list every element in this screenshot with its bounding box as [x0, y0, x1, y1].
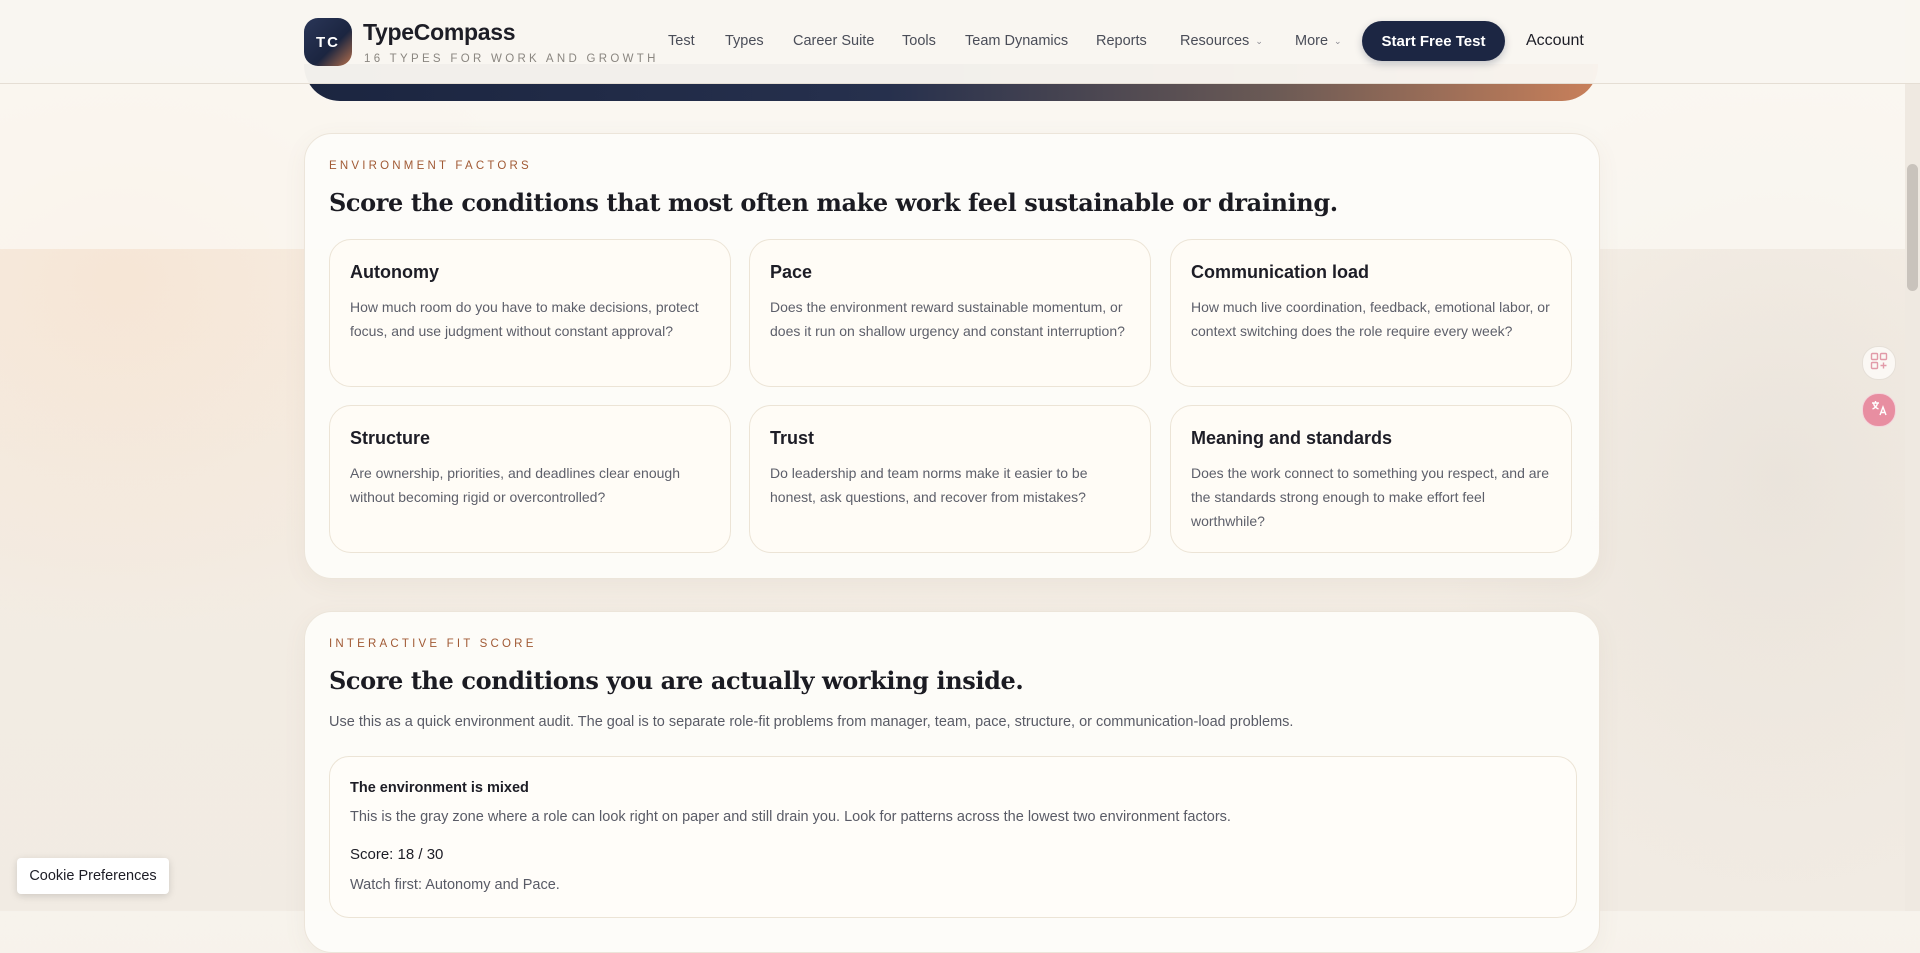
factor-card-desc: How much room do you have to make decisi… — [350, 299, 699, 339]
nav-types-label: Types — [725, 33, 764, 49]
nav-career-suite[interactable]: Career Suite — [793, 33, 874, 49]
nav-team-dynamics-label: Team Dynamics — [965, 33, 1069, 49]
factor-card-structure: Structure Are ownership, priorities, and… — [329, 405, 731, 553]
factor-card-meaning-and-standards: Meaning and standards Does the work conn… — [1170, 405, 1572, 553]
nav-more[interactable]: More ⌄ — [1295, 33, 1342, 49]
factor-card-desc: How much live coordination, feedback, em… — [1191, 299, 1550, 339]
nav-reports-label: Reports — [1096, 33, 1147, 49]
nav-types[interactable]: Types — [725, 33, 764, 49]
result-heading: The environment is mixed — [350, 780, 529, 796]
nav-resources[interactable]: Resources ⌄ — [1180, 33, 1263, 49]
apps-grid-button[interactable] — [1862, 346, 1896, 380]
factor-card-title: Communication load — [1191, 262, 1370, 282]
factor-card-desc: Do leadership and team norms make it eas… — [770, 465, 1088, 505]
scrollbar-track[interactable] — [1905, 0, 1920, 911]
environment-eyebrow: ENVIRONMENT FACTORS — [329, 160, 532, 172]
apps-grid-icon — [1870, 352, 1888, 375]
nav-team-dynamics[interactable]: Team Dynamics — [965, 33, 1068, 49]
factor-card-communication-load: Communication load How much live coordin… — [1170, 239, 1572, 387]
brand-name[interactable]: TypeCompass — [363, 19, 516, 46]
site-header: TC TypeCompass 16 TYPES FOR WORK AND GRO… — [0, 0, 1920, 84]
factor-card-pace: Pace Does the environment reward sustain… — [749, 239, 1151, 387]
factor-card-title: Autonomy — [350, 262, 439, 282]
nav-more-label: More — [1295, 33, 1329, 49]
start-free-test-button[interactable]: Start Free Test — [1362, 21, 1505, 61]
factor-card-title: Pace — [770, 262, 813, 282]
fit-score-result: The environment is mixed This is the gra… — [329, 756, 1577, 918]
nav-tools[interactable]: Tools — [902, 33, 936, 49]
factor-card-autonomy: Autonomy How much room do you have to ma… — [329, 239, 731, 387]
scrollbar-thumb[interactable] — [1907, 164, 1918, 291]
nav-tools-label: Tools — [902, 33, 936, 49]
nav-test-label: Test — [668, 33, 695, 49]
logo-badge[interactable]: TC — [304, 18, 352, 66]
fit-score-eyebrow: INTERACTIVE FIT SCORE — [329, 638, 537, 650]
translate-icon — [1869, 398, 1889, 423]
nav-career-suite-label: Career Suite — [793, 33, 875, 49]
factor-card-desc: Does the environment reward sustainable … — [770, 299, 1125, 339]
environment-title: Score the conditions that most often mak… — [329, 188, 1338, 217]
translate-button[interactable] — [1862, 393, 1896, 427]
factor-card-title: Trust — [770, 428, 815, 448]
fit-score-intro: Use this as a quick environment audit. T… — [329, 714, 1294, 730]
factor-card-trust: Trust Do leadership and team norms make … — [749, 405, 1151, 553]
factor-card-desc: Are ownership, priorities, and deadlines… — [350, 465, 680, 505]
result-watch-first: Watch first: Autonomy and Pace. — [350, 877, 560, 893]
chevron-down-icon: ⌄ — [1255, 36, 1263, 46]
environment-factors-panel: ENVIRONMENT FACTORS Score the conditions… — [304, 133, 1600, 579]
chevron-down-icon: ⌄ — [1334, 36, 1342, 46]
factor-card-title: Meaning and standards — [1191, 428, 1393, 448]
account-link[interactable]: Account — [1526, 32, 1584, 50]
result-description: This is the gray zone where a role can l… — [350, 809, 1231, 825]
cookie-preferences-button[interactable]: Cookie Preferences — [17, 858, 169, 894]
factor-card-desc: Does the work connect to something you r… — [1191, 465, 1549, 529]
result-score: Score: 18 / 30 — [350, 846, 444, 863]
brand-tagline: 16 TYPES FOR WORK AND GROWTH — [364, 53, 659, 65]
nav-reports[interactable]: Reports — [1096, 33, 1147, 49]
factor-card-title: Structure — [350, 428, 431, 448]
fit-score-panel: INTERACTIVE FIT SCORE Score the conditio… — [304, 611, 1600, 953]
fit-score-title: Score the conditions you are actually wo… — [329, 666, 1024, 695]
nav-test[interactable]: Test — [668, 33, 695, 49]
nav-resources-label: Resources — [1180, 33, 1250, 49]
